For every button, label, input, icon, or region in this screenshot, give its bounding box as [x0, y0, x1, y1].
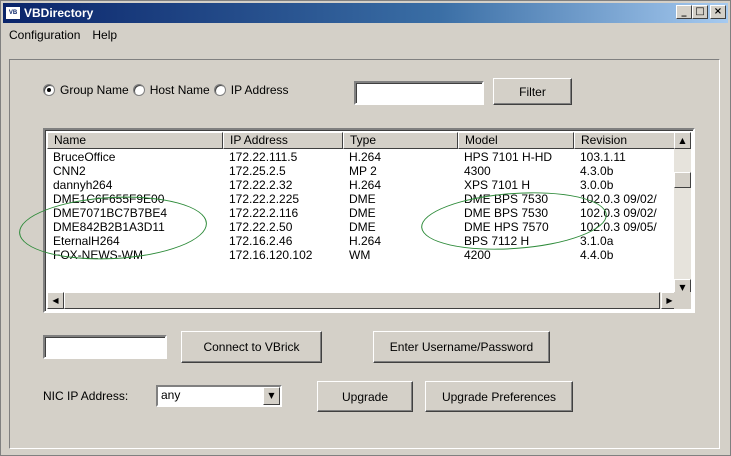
upgrade-preferences-button[interactable]: Upgrade Preferences [425, 381, 573, 412]
radio-button-checked[interactable] [43, 84, 55, 96]
window-title: VBDirectory [24, 6, 94, 20]
cell-ip: 172.22.2.50 [229, 220, 293, 234]
cell-model: BPS 7112 H [464, 234, 530, 248]
vertical-scrollbar[interactable]: ▲ ▼ [674, 132, 691, 296]
menu-bar: Configuration Help [3, 25, 728, 45]
table-row[interactable]: FOX-NEWS-WM 172.16.120.102 WM 4200 4.4.0… [47, 248, 682, 262]
upgrade-button[interactable]: Upgrade [317, 381, 413, 412]
cell-revision: 102.0.3 09/02/ [580, 206, 657, 220]
table-row[interactable]: EternalH264 172.16.2.46 H.264 BPS 7112 H… [47, 234, 682, 248]
radio-button[interactable] [213, 84, 226, 96]
table-row[interactable]: DME7071BC7B7BE4 172.22.2.116 DME DME BPS… [47, 206, 682, 220]
cell-model: XPS 7101 H [464, 178, 531, 192]
cell-revision: 3.1.0a [580, 234, 614, 248]
menu-help[interactable]: Help [86, 28, 123, 42]
cell-type: H.264 [349, 178, 382, 192]
device-list[interactable]: Name IP Address Type Model Revision Bruc… [43, 128, 695, 313]
nic-ip-selected-value: any [161, 388, 181, 402]
radio-button[interactable] [132, 84, 145, 96]
scroll-left-icon[interactable]: ◀ [47, 292, 64, 309]
radio-label: Host Name [149, 83, 210, 97]
scroll-corner [674, 292, 691, 309]
vertical-scroll-thumb[interactable] [674, 172, 691, 188]
cell-model: 4200 [464, 248, 491, 262]
connect-address-input[interactable] [43, 335, 167, 359]
cell-ip: 172.22.2.32 [229, 178, 293, 192]
cell-name: BruceOffice [53, 150, 116, 164]
cell-revision: 103.1.11 [580, 150, 626, 164]
radio-label: Group Name [60, 83, 129, 97]
cell-ip: 172.22.2.116 [229, 206, 299, 220]
table-row[interactable]: dannyh264 172.22.2.32 H.264 XPS 7101 H 3… [47, 178, 682, 192]
vbrick-app-icon: VB [5, 6, 21, 20]
table-row[interactable]: CNN2 172.25.2.5 MP 2 4300 4.3.0b [47, 164, 682, 178]
cell-ip: 172.16.120.102 [229, 248, 313, 262]
cell-type: WM [349, 248, 371, 262]
filter-button[interactable]: Filter [493, 78, 572, 105]
cell-name: CNN2 [53, 164, 86, 178]
cell-type: DME [349, 192, 376, 206]
dropdown-arrow-icon[interactable]: ▼ [263, 387, 280, 405]
cell-model: HPS 7101 H-HD [464, 150, 553, 164]
cell-revision: 3.0.0b [580, 178, 614, 192]
cell-ip: 172.16.2.46 [229, 234, 293, 248]
cell-model: DME BPS 7530 [464, 192, 549, 206]
cell-model: DME HPS 7570 [464, 220, 549, 234]
column-header-model[interactable]: Model [458, 132, 574, 149]
list-rows: BruceOffice 172.22.111.5 H.264 HPS 7101 … [47, 150, 682, 262]
cell-type: H.264 [349, 150, 382, 164]
search-input[interactable] [354, 81, 484, 105]
radio-label: IP Address [230, 83, 289, 97]
cell-ip: 172.25.2.5 [229, 164, 286, 178]
cell-model: 4300 [464, 164, 491, 178]
cell-name: EternalH264 [53, 234, 120, 248]
maximize-button[interactable]: □ [692, 5, 708, 19]
cell-name: dannyh264 [53, 178, 113, 192]
column-header-name[interactable]: Name [47, 132, 223, 149]
cell-revision: 102.0.3 09/02/ [580, 192, 657, 206]
cell-type: MP 2 [349, 164, 377, 178]
column-header-type[interactable]: Type [343, 132, 458, 149]
cell-revision: 4.4.0b [580, 248, 614, 262]
title-bar[interactable]: VB VBDirectory _ □ × [3, 3, 728, 23]
cell-type: H.264 [349, 234, 382, 248]
cell-revision: 4.3.0b [580, 164, 614, 178]
scroll-up-icon[interactable]: ▲ [674, 132, 691, 149]
cell-name: DME1C6F655F9E00 [53, 192, 165, 206]
cell-name: DME842B2B1A3D11 [53, 220, 165, 234]
cell-ip: 172.22.111.5 [229, 150, 298, 164]
enter-credentials-button[interactable]: Enter Username/Password [373, 331, 550, 363]
cell-type: DME [349, 206, 376, 220]
column-header-ip[interactable]: IP Address [223, 132, 343, 149]
minimize-button[interactable]: _ [676, 5, 692, 19]
cell-name: DME7071BC7B7BE4 [53, 206, 168, 220]
connect-button[interactable]: Connect to VBrick [181, 331, 322, 363]
horizontal-scroll-thumb[interactable] [64, 292, 660, 309]
close-button[interactable]: × [710, 5, 726, 19]
cell-model: DME BPS 7530 [464, 206, 549, 220]
cell-name: FOX-NEWS-WM [53, 248, 143, 262]
nic-ip-label: NIC IP Address: [43, 389, 129, 403]
table-row[interactable]: DME842B2B1A3D11 172.22.2.50 DME DME HPS … [47, 220, 682, 234]
radio-group-name[interactable]: Group Name [43, 83, 129, 97]
menu-configuration[interactable]: Configuration [3, 28, 86, 42]
app-window: VB VBDirectory _ □ × Configuration Help … [0, 0, 731, 456]
column-header-revision[interactable]: Revision [574, 132, 682, 149]
radio-ip-address[interactable]: IP Address [213, 83, 289, 97]
nic-ip-select[interactable]: any ▼ [156, 385, 282, 407]
radio-host-name[interactable]: Host Name [132, 83, 210, 97]
cell-type: DME [349, 220, 376, 234]
table-row[interactable]: BruceOffice 172.22.111.5 H.264 HPS 7101 … [47, 150, 682, 164]
horizontal-scrollbar[interactable]: ◀ ▶ [47, 292, 678, 309]
cell-revision: 102.0.3 09/05/ [580, 220, 657, 234]
table-row[interactable]: DME1C6F655F9E00 172.22.2.225 DME DME BPS… [47, 192, 682, 206]
list-header: Name IP Address Type Model Revision [47, 132, 682, 149]
search-mode-group: Group Name Host Name IP Address [43, 83, 293, 97]
cell-ip: 172.22.2.225 [229, 192, 300, 206]
